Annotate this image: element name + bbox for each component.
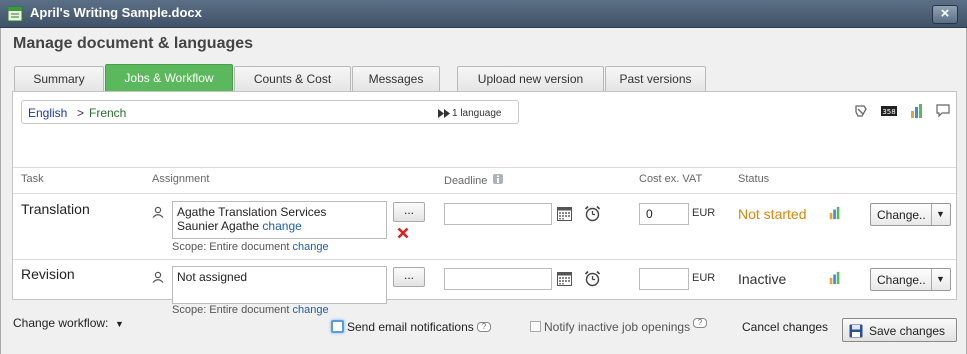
assignee-contact: Saunier Agathe <box>177 219 260 233</box>
task-name: Revision <box>21 266 75 282</box>
browse-assignee-button[interactable]: ... <box>393 202 425 222</box>
task-name: Translation <box>21 201 90 217</box>
status-text: Inactive <box>738 271 787 287</box>
source-language[interactable]: English <box>28 106 67 120</box>
assignee-field[interactable]: Agathe Translation Services Saunier Agat… <box>172 201 387 239</box>
send-email-label[interactable]: Send email notifications <box>347 320 474 334</box>
fast-forward-icon <box>438 109 450 118</box>
divider <box>13 193 956 194</box>
comment-icon[interactable] <box>935 103 951 119</box>
floppy-disk-icon <box>849 324 863 338</box>
tab-past-versions[interactable]: Past versions <box>605 66 706 92</box>
browse-assignee-button[interactable]: ... <box>393 267 425 287</box>
change-button-label: Change.. <box>877 208 926 222</box>
help-icon[interactable]: ? <box>693 318 707 328</box>
send-email-checkbox[interactable] <box>331 320 344 333</box>
save-changes-label: Save changes <box>869 324 946 338</box>
column-header-cost: Cost ex. VAT <box>639 173 703 185</box>
change-dropdown-button[interactable]: Change.. ▼ <box>870 268 951 291</box>
info-icon[interactable] <box>493 174 503 184</box>
split-divider <box>931 204 932 225</box>
document-icon <box>7 6 23 22</box>
divider <box>13 259 956 260</box>
status-text: Not started <box>738 206 807 222</box>
dialog-body: Manage document & languages Summary Jobs… <box>0 28 967 354</box>
target-language[interactable]: French <box>89 106 126 120</box>
scope-label: Scope: Entire document <box>172 241 290 253</box>
divider <box>13 167 956 168</box>
tab-jobs-workflow[interactable]: Jobs & Workflow <box>105 64 233 92</box>
change-dropdown-button[interactable]: Change.. ▼ <box>870 203 951 226</box>
translate-icon[interactable] <box>853 103 869 119</box>
tab-messages[interactable]: Messages <box>352 66 440 92</box>
assignee-field[interactable]: Not assigned <box>172 266 387 304</box>
help-icon[interactable]: ? <box>477 322 491 332</box>
job-stats-icon[interactable] <box>828 271 842 285</box>
assignee-name: Not assigned <box>177 270 248 284</box>
tab-upload-new-version[interactable]: Upload new version <box>457 66 604 92</box>
column-header-deadline: Deadline <box>444 175 488 187</box>
change-scope-link[interactable]: change <box>292 241 328 253</box>
alarm-clock-icon[interactable] <box>584 205 601 222</box>
svg-text:358: 358 <box>882 108 895 116</box>
tab-summary[interactable]: Summary <box>14 66 104 92</box>
save-changes-button[interactable]: Save changes <box>842 318 957 342</box>
scope-label: Scope: Entire document <box>172 304 290 316</box>
language-count: 1 language <box>452 108 502 119</box>
deadline-input[interactable] <box>444 203 552 225</box>
caret-down-icon[interactable]: ▼ <box>936 274 945 284</box>
window-titlebar: April's Writing Sample.docx × <box>0 0 967 28</box>
cost-input[interactable]: 0 <box>639 203 689 225</box>
calendar-icon[interactable] <box>557 206 572 221</box>
language-separator: > <box>77 106 85 120</box>
close-button[interactable]: × <box>932 5 958 24</box>
user-icon <box>152 271 164 283</box>
remove-assignee-icon[interactable] <box>397 227 409 239</box>
job-stats-icon[interactable] <box>828 206 842 220</box>
change-button-label: Change.. <box>877 273 926 287</box>
tab-counts-cost[interactable]: Counts & Cost <box>234 66 351 92</box>
alarm-clock-icon[interactable] <box>584 270 601 287</box>
column-header-task: Task <box>21 173 44 185</box>
cancel-changes-link[interactable]: Cancel changes <box>742 320 828 334</box>
window-title: April's Writing Sample.docx <box>30 5 202 20</box>
calendar-icon[interactable] <box>557 271 572 286</box>
caret-down-icon[interactable]: ▼ <box>115 319 124 329</box>
notify-inactive-label[interactable]: Notify inactive job openings <box>544 320 690 334</box>
change-scope-link[interactable]: change <box>292 304 328 316</box>
currency-label: EUR <box>692 272 716 284</box>
word-count-icon[interactable]: 358 <box>881 103 897 119</box>
jobs-panel: English > French 1 language 358 Task Ass… <box>12 91 957 316</box>
column-header-assignment: Assignment <box>152 173 210 185</box>
caret-down-icon[interactable]: ▼ <box>936 209 945 219</box>
change-workflow-label: Change workflow: <box>13 316 109 330</box>
page-title: Manage document & languages <box>13 35 254 52</box>
stats-icon[interactable] <box>909 103 925 119</box>
language-selector[interactable]: English > French 1 language <box>21 100 519 124</box>
currency-label: EUR <box>692 207 716 219</box>
change-assignee-link[interactable]: change <box>262 219 301 233</box>
column-header-status: Status <box>738 173 770 185</box>
cost-input[interactable] <box>639 268 689 290</box>
notify-inactive-checkbox[interactable] <box>530 321 541 332</box>
split-divider <box>931 269 932 290</box>
deadline-input[interactable] <box>444 268 552 290</box>
user-icon <box>152 206 164 218</box>
assignee-name: Agathe Translation Services <box>177 205 327 219</box>
